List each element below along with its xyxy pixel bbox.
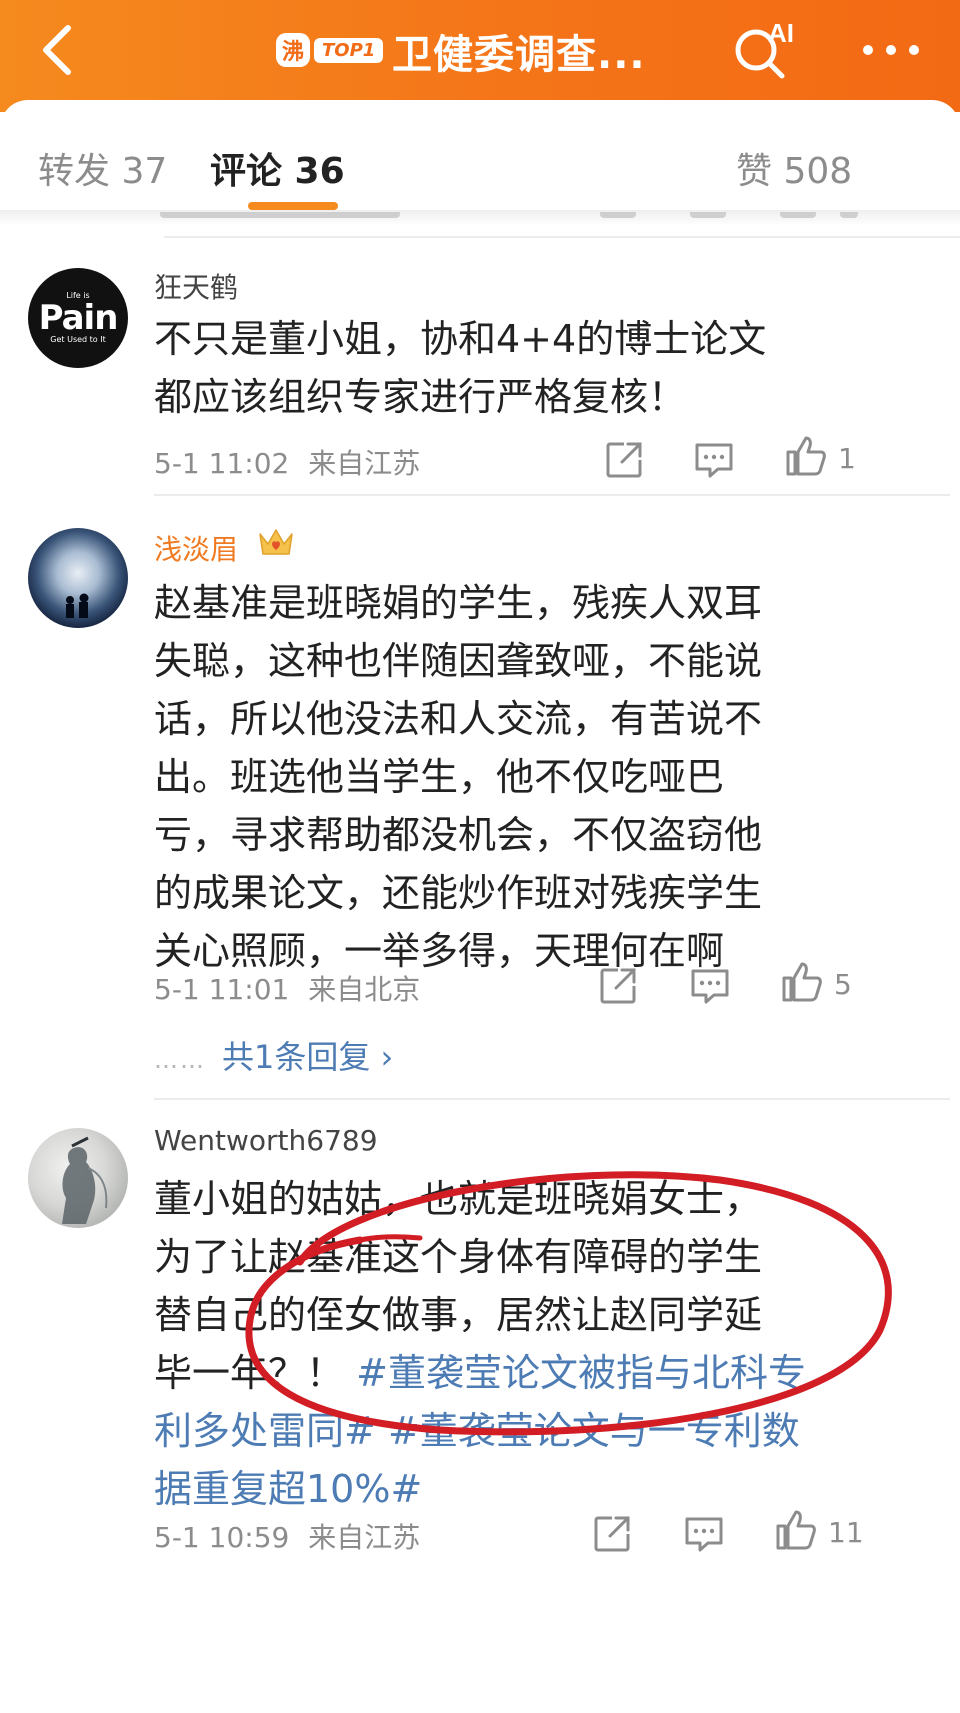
hashtag-link[interactable]: 利多处雷同# <box>154 1409 376 1453</box>
svg-text:AI: AI <box>768 20 794 48</box>
hot-rank-label: TOP1 <box>314 37 384 63</box>
replies-dots: …… <box>154 1046 206 1074</box>
like-count: 11 <box>828 1516 864 1549</box>
comment-text-line: 不只是董小姐，协和4+4的博士论文 <box>154 317 767 361</box>
comment-meta: 5-1 11:02 来自江苏 <box>154 442 420 482</box>
avatar[interactable]: Life is Pain Get Used to It <box>28 268 128 368</box>
tab-comments[interactable]: 评论 36 <box>210 142 345 194</box>
hot-badge-icon: 沸 <box>276 33 310 67</box>
comment-text-line: 赵基准是班晓娟的学生，残疾人双耳 <box>154 581 763 625</box>
comment-text-line: 毕一年？！ #董袭莹论文被指与北科专 <box>154 1344 894 1402</box>
comment-text-line: 的成果论文，还能炒作班对残疾学生 <box>154 871 763 915</box>
comment-username[interactable]: Wentworth6789 <box>154 1124 378 1157</box>
vip-crown-icon <box>259 529 293 555</box>
replies-count: 共1条回复 › <box>222 1038 394 1076</box>
comment-divider <box>154 494 950 496</box>
comment-text-line: 都应该组织专家进行严格复核！ <box>154 375 687 419</box>
comment-text-line: 利多处雷同# #董袭莹论文与一专利数 <box>154 1402 894 1460</box>
like-icon[interactable] <box>774 1508 818 1552</box>
hot-search-badge: 沸 TOP1 <box>276 32 384 68</box>
comment-meta: 5-1 11:01 来自北京 <box>154 968 420 1008</box>
ai-search-icon[interactable]: AI <box>730 20 800 80</box>
back-arrow-icon[interactable] <box>28 20 88 80</box>
like-count: 1 <box>838 442 856 475</box>
comment-text: 不只是董小姐，协和4+4的博士论文 都应该组织专家进行严格复核！ <box>154 310 894 426</box>
comment-text-line: 董小姐的姑姑，也就是班晓娟女士， <box>154 1177 763 1221</box>
page-title: 卫健委调查... <box>392 32 646 78</box>
comment-text-line: 出。班选他当学生，他不仅吃哑巴 <box>154 755 725 799</box>
avatar-text-bottom: Get Used to It <box>50 335 106 344</box>
avatar[interactable] <box>28 1128 128 1228</box>
comment-time: 5-1 11:01 <box>154 973 290 1006</box>
like-icon[interactable] <box>780 960 824 1004</box>
view-replies-link[interactable]: …… 共1条回复 › <box>154 1032 393 1078</box>
comment-username[interactable]: 狂天鹤 <box>154 266 238 306</box>
avatar-silhouette-icon <box>66 593 89 618</box>
share-icon[interactable] <box>602 438 646 482</box>
like-icon[interactable] <box>784 434 828 478</box>
comment-icon[interactable] <box>688 964 732 1008</box>
comment-location: 来自江苏 <box>308 447 421 480</box>
comment-location: 来自江苏 <box>308 1521 421 1554</box>
share-icon[interactable] <box>590 1512 634 1556</box>
tab-reposts[interactable]: 转发 37 <box>38 142 167 194</box>
comment-icon[interactable] <box>692 438 736 482</box>
share-icon[interactable] <box>596 964 640 1008</box>
comment-time: 5-1 11:02 <box>154 447 290 480</box>
tab-bar: 转发 37 评论 36 赞 508 <box>0 100 960 210</box>
avatar[interactable] <box>28 528 128 628</box>
comment-meta: 5-1 10:59 来自江苏 <box>154 1516 420 1556</box>
comment-text-line: 话，所以他没法和人交流，有苦说不 <box>154 697 763 741</box>
hashtag-link[interactable]: 据重复超10%# <box>154 1467 422 1511</box>
hashtag-link[interactable]: #董袭莹论文被指与北科专 <box>356 1351 806 1395</box>
comment-text: 赵基准是班晓娟的学生，残疾人双耳 失聪，这种也伴随因聋致哑，不能说 话，所以他没… <box>154 574 894 980</box>
hashtag-link[interactable]: #董袭莹论文与一专利数 <box>388 1409 800 1453</box>
comment-text-line: 替自己的侄女做事，居然让赵同学延 <box>154 1293 763 1337</box>
comment-text-line: 亏，寻求帮助都没机会，不仅盗窃他 <box>154 813 763 857</box>
avatar-figure-icon <box>62 1136 108 1224</box>
comment-text-line: 为了让赵基准这个身体有障碍的学生 <box>154 1235 763 1279</box>
comment-divider <box>154 1098 950 1100</box>
comment-text-segment: 毕一年？！ <box>154 1351 345 1395</box>
comment-time: 5-1 10:59 <box>154 1521 290 1554</box>
tab-likes[interactable]: 赞 508 <box>736 142 852 194</box>
like-count: 5 <box>834 968 852 1001</box>
comment-text: 董小姐的姑姑，也就是班晓娟女士， 为了让赵基准这个身体有障碍的学生 替自己的侄女… <box>154 1170 894 1518</box>
comment-icon[interactable] <box>682 1512 726 1556</box>
comment-username[interactable]: 浅淡眉 <box>154 528 238 568</box>
comment-location: 来自北京 <box>308 973 421 1006</box>
more-options-icon[interactable] <box>856 30 926 70</box>
comment-text-line: 失聪，这种也伴随因聋致哑，不能说 <box>154 639 763 683</box>
active-tab-indicator <box>248 202 338 210</box>
clipped-previous-row <box>160 212 920 232</box>
avatar-text-main: Pain <box>38 298 119 338</box>
comment-divider <box>164 236 960 238</box>
